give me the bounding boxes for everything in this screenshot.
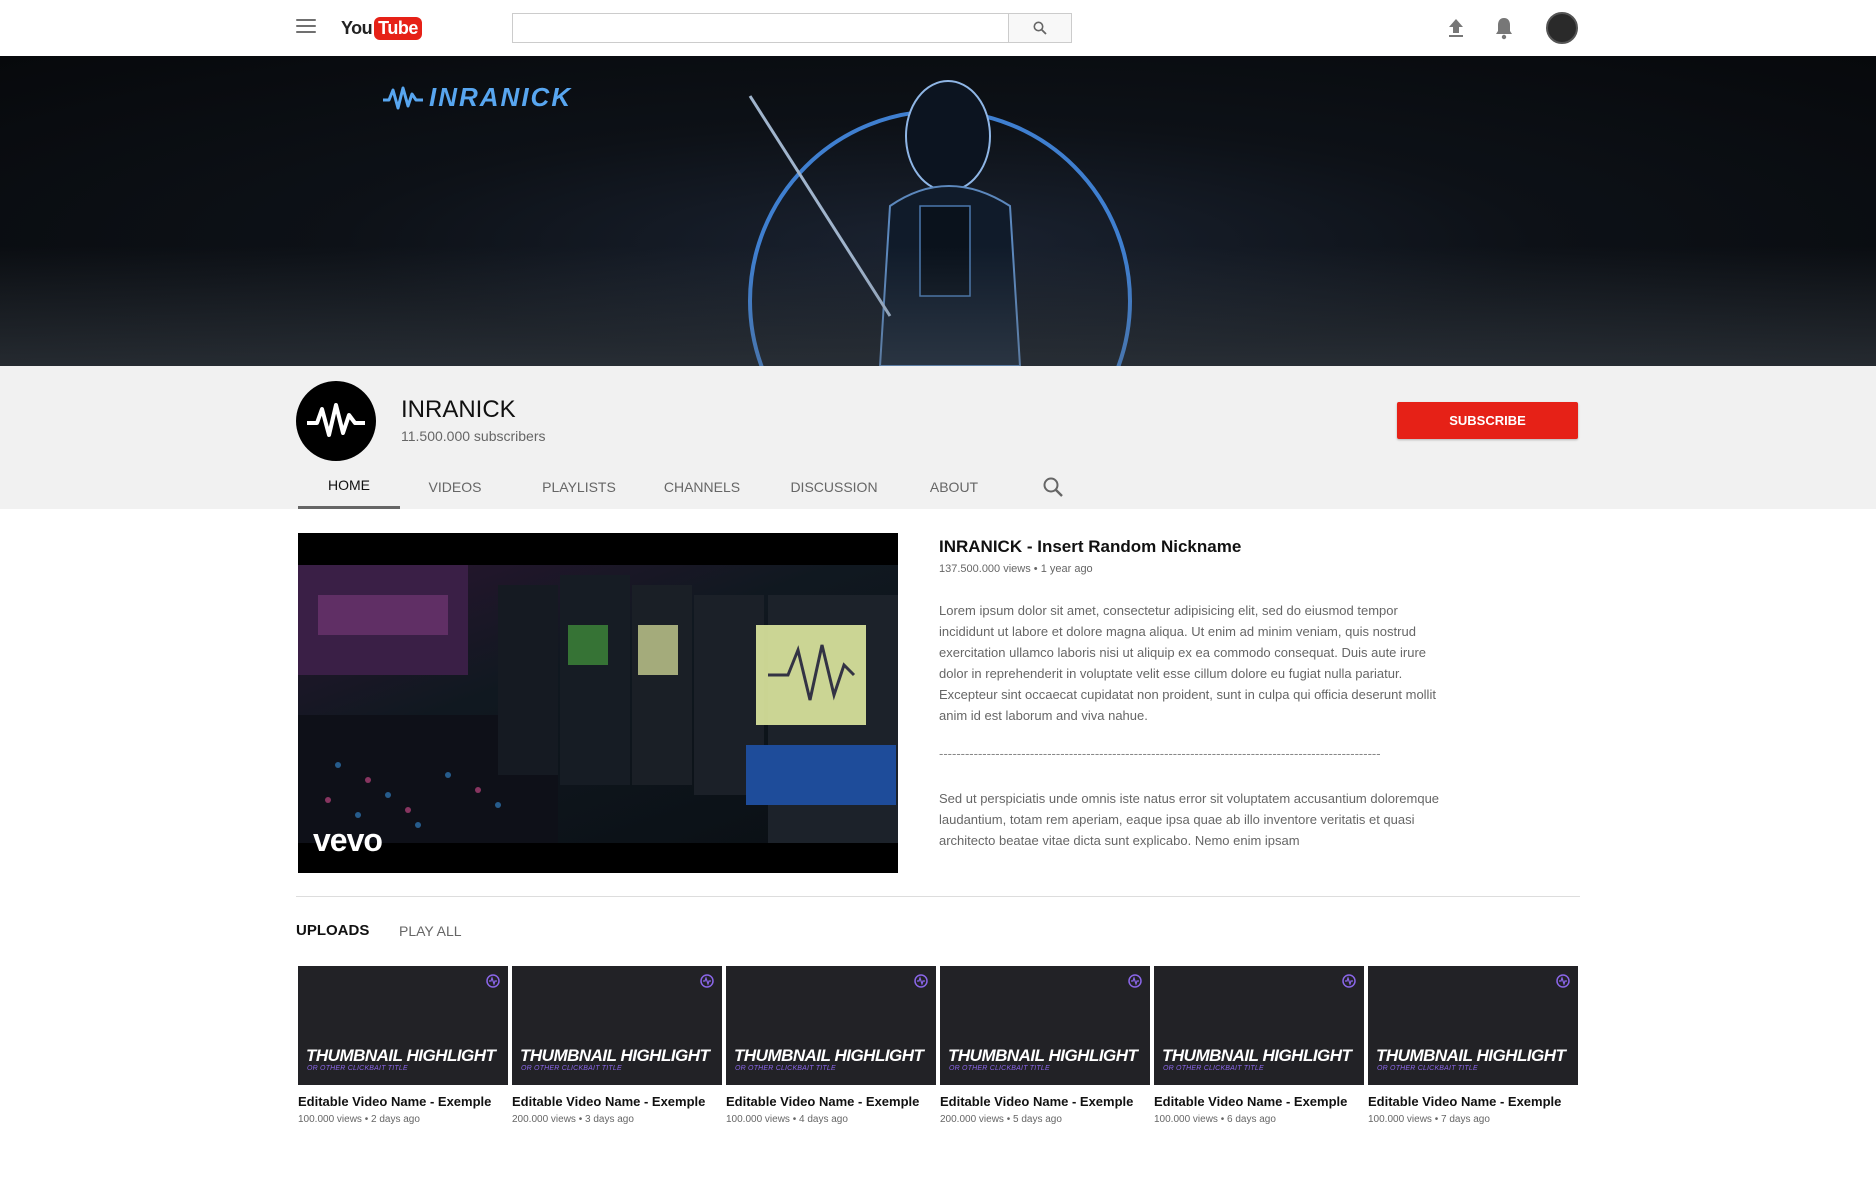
video-thumbnail[interactable]: THUMBNAIL HIGHLIGHT OR OTHER CLICKBAIT T… xyxy=(726,966,936,1085)
tab-about[interactable]: ABOUT xyxy=(928,464,980,509)
thumbnail-highlight-text: THUMBNAIL HIGHLIGHT xyxy=(520,1046,710,1065)
video-card[interactable]: THUMBNAIL HIGHLIGHT OR OTHER CLICKBAIT T… xyxy=(298,966,508,1125)
channel-banner: INRANICK xyxy=(0,56,1876,366)
video-card[interactable]: THUMBNAIL HIGHLIGHT OR OTHER CLICKBAIT T… xyxy=(1368,966,1578,1125)
search-icon xyxy=(1033,21,1047,35)
video-meta: 100.000 views • 6 days ago xyxy=(1154,1114,1276,1125)
banner-logo: INRANICK xyxy=(383,82,572,113)
tab-discussion[interactable]: DISCUSSION xyxy=(790,464,878,509)
bell-icon[interactable] xyxy=(1493,16,1515,40)
video-thumbnail[interactable]: THUMBNAIL HIGHLIGHT OR OTHER CLICKBAIT T… xyxy=(512,966,722,1085)
thumbnail-highlight-text: THUMBNAIL HIGHLIGHT xyxy=(306,1046,496,1065)
featured-video-description-2: Sed ut perspiciatis unde omnis iste natu… xyxy=(939,791,1440,848)
video-thumbnail[interactable]: THUMBNAIL HIGHLIGHT OR OTHER CLICKBAIT T… xyxy=(1154,966,1364,1085)
thumbnail-subtitle-text: OR OTHER CLICKBAIT TITLE xyxy=(1163,1065,1264,1072)
video-card[interactable]: THUMBNAIL HIGHLIGHT OR OTHER CLICKBAIT T… xyxy=(726,966,936,1125)
video-title[interactable]: Editable Video Name - Exemple xyxy=(512,1094,722,1109)
video-meta: 200.000 views • 3 days ago xyxy=(512,1114,634,1125)
vevo-watermark: vevo xyxy=(313,822,383,858)
video-title[interactable]: Editable Video Name - Exemple xyxy=(1368,1094,1578,1109)
tab-channels[interactable]: CHANNELS xyxy=(664,464,740,509)
channel-watermark-icon xyxy=(486,974,500,988)
video-thumbnail[interactable]: THUMBNAIL HIGHLIGHT OR OTHER CLICKBAIT T… xyxy=(1368,966,1578,1085)
account-avatar[interactable] xyxy=(1546,12,1578,44)
description-divider: ----------------------------------------… xyxy=(939,746,1381,761)
video-card[interactable]: THUMBNAIL HIGHLIGHT OR OTHER CLICKBAIT T… xyxy=(512,966,722,1125)
video-thumbnail[interactable]: THUMBNAIL HIGHLIGHT OR OTHER CLICKBAIT T… xyxy=(298,966,508,1085)
youtube-logo[interactable]: You Tube xyxy=(341,16,422,40)
video-title[interactable]: Editable Video Name - Exemple xyxy=(940,1094,1150,1109)
channel-avatar[interactable] xyxy=(296,381,376,461)
arcade-scene-art xyxy=(298,565,898,843)
video-title[interactable]: Editable Video Name - Exemple xyxy=(298,1094,508,1109)
search-button[interactable] xyxy=(1008,13,1072,43)
video-meta: 200.000 views • 5 days ago xyxy=(940,1114,1062,1125)
thumbnail-subtitle-text: OR OTHER CLICKBAIT TITLE xyxy=(1377,1065,1478,1072)
waveform-logo-icon xyxy=(307,403,365,437)
upload-icon[interactable] xyxy=(1446,17,1466,39)
channel-header: INRANICK 11.500.000 subscribers SUBSCRIB… xyxy=(0,366,1876,509)
video-card[interactable]: THUMBNAIL HIGHLIGHT OR OTHER CLICKBAIT T… xyxy=(1154,966,1364,1125)
featured-video-description: Lorem ipsum dolor sit amet, consectetur … xyxy=(939,603,1436,723)
search-input[interactable] xyxy=(512,13,1008,43)
channel-watermark-icon xyxy=(1128,974,1142,988)
video-title[interactable]: Editable Video Name - Exemple xyxy=(726,1094,936,1109)
logo-tube-text: Tube xyxy=(374,16,422,40)
channel-watermark-icon xyxy=(1342,974,1356,988)
featured-video-thumbnail xyxy=(298,565,898,843)
section-divider xyxy=(296,896,1580,897)
featured-video-meta: 137.500.000 views • 1 year ago xyxy=(939,563,1093,575)
thumbnail-subtitle-text: OR OTHER CLICKBAIT TITLE xyxy=(307,1065,408,1072)
thumbnail-highlight-text: THUMBNAIL HIGHLIGHT xyxy=(1376,1046,1566,1065)
video-meta: 100.000 views • 7 days ago xyxy=(1368,1114,1490,1125)
logo-you-text: You xyxy=(341,17,373,38)
channel-watermark-icon xyxy=(914,974,928,988)
tab-home[interactable]: HOME xyxy=(298,464,400,509)
video-card[interactable]: THUMBNAIL HIGHLIGHT OR OTHER CLICKBAIT T… xyxy=(940,966,1150,1125)
top-bar: You Tube xyxy=(0,0,1876,56)
search-icon[interactable] xyxy=(1042,476,1064,498)
channel-name: INRANICK xyxy=(401,396,516,423)
subscribe-button[interactable]: SUBSCRIBE xyxy=(1397,402,1578,439)
video-meta: 100.000 views • 2 days ago xyxy=(298,1114,420,1125)
video-title[interactable]: Editable Video Name - Exemple xyxy=(1154,1094,1364,1109)
play-all-button[interactable]: PLAY ALL xyxy=(399,923,462,939)
channel-watermark-icon xyxy=(700,974,714,988)
channel-watermark-icon xyxy=(1556,974,1570,988)
thumbnail-highlight-text: THUMBNAIL HIGHLIGHT xyxy=(948,1046,1138,1065)
banner-fog xyxy=(0,246,1876,366)
thumbnail-subtitle-text: OR OTHER CLICKBAIT TITLE xyxy=(521,1065,622,1072)
thumbnail-highlight-text: THUMBNAIL HIGHLIGHT xyxy=(1162,1046,1352,1065)
uploads-title: UPLOADS xyxy=(296,922,370,939)
subscriber-count: 11.500.000 subscribers xyxy=(401,428,546,444)
thumbnail-subtitle-text: OR OTHER CLICKBAIT TITLE xyxy=(735,1065,836,1072)
tab-playlists[interactable]: PLAYLISTS xyxy=(536,464,622,509)
waveform-logo-icon xyxy=(383,86,423,109)
thumbnail-highlight-text: THUMBNAIL HIGHLIGHT xyxy=(734,1046,924,1065)
tab-videos[interactable]: VIDEOS xyxy=(420,464,490,509)
featured-video-title[interactable]: INRANICK - Insert Random Nickname xyxy=(939,537,1241,557)
thumbnail-subtitle-text: OR OTHER CLICKBAIT TITLE xyxy=(949,1065,1050,1072)
banner-logo-text: INRANICK xyxy=(429,82,573,112)
featured-video-player[interactable]: vevo xyxy=(298,533,898,873)
hamburger-menu-icon[interactable] xyxy=(296,19,316,37)
video-meta: 100.000 views • 4 days ago xyxy=(726,1114,848,1125)
video-thumbnail[interactable]: THUMBNAIL HIGHLIGHT OR OTHER CLICKBAIT T… xyxy=(940,966,1150,1085)
